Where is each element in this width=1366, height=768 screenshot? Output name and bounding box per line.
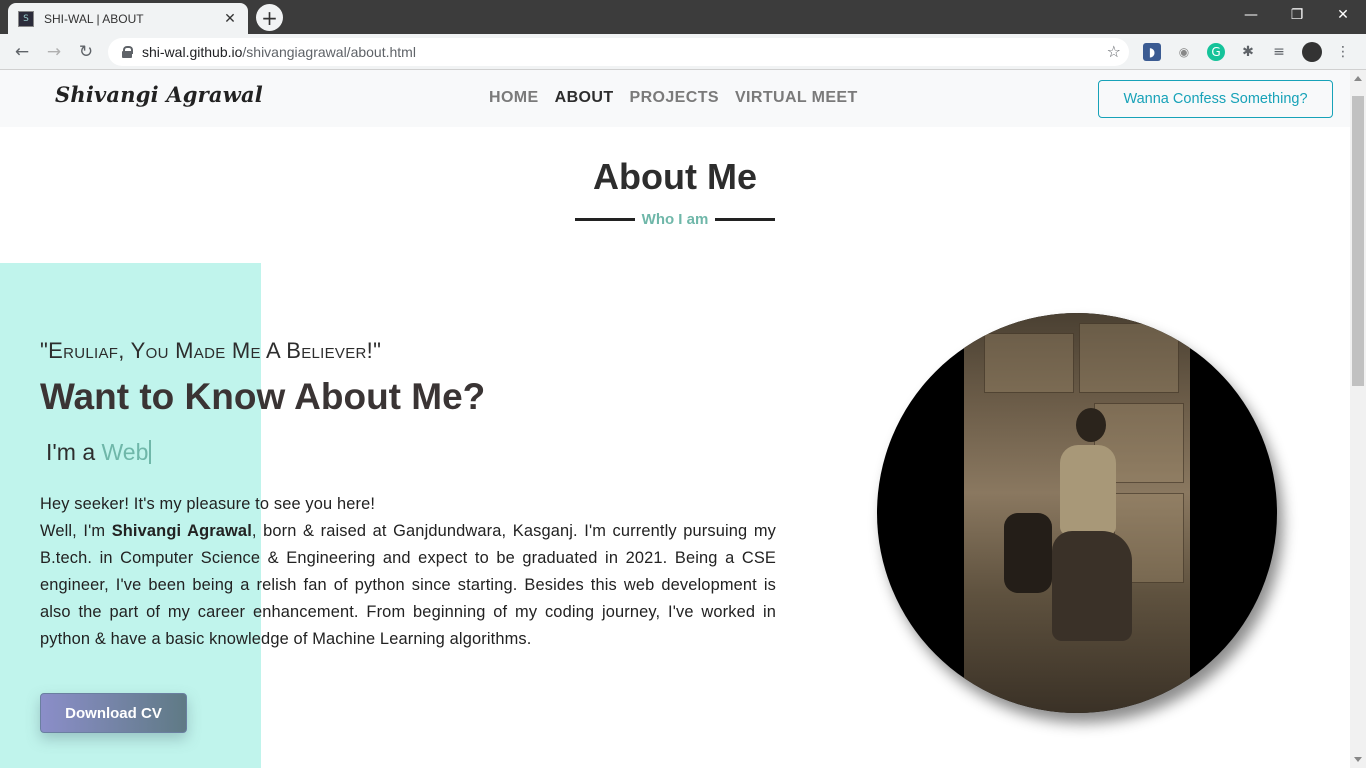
scroll-down-arrow-icon[interactable]	[1354, 757, 1362, 762]
browser-toolbar: ← → ↻ shi-wal.github.io/shivangiagrawal/…	[0, 34, 1366, 70]
quote-text: "Eruliaf, You Made Me A Believer!"	[40, 338, 382, 363]
confess-button[interactable]: Wanna Confess Something?	[1098, 80, 1333, 118]
close-window-icon[interactable]: ✕	[1320, 0, 1366, 30]
extension-circle-icon[interactable]: ◉	[1175, 43, 1193, 61]
page-title: About Me	[593, 156, 757, 197]
grammarly-icon[interactable]: G	[1207, 43, 1225, 61]
download-cv-button[interactable]: Download CV	[40, 693, 187, 733]
reload-icon[interactable]: ↻	[74, 40, 98, 64]
typing-role-line: I'm a Web	[46, 439, 152, 466]
main-menu: HOME ABOUT PROJECTS VIRTUAL MEET	[489, 89, 858, 107]
bookmark-star-icon[interactable]: ☆	[1107, 42, 1121, 61]
bio-details: , born & raised at Ganjdundwara, Kasganj…	[40, 522, 776, 648]
scrollbar-thumb[interactable]	[1352, 96, 1364, 386]
bio-paragraph: Hey seeker! It's my pleasure to see you …	[40, 491, 776, 653]
media-queue-icon[interactable]: ≡	[1270, 43, 1288, 61]
back-arrow-icon[interactable]: ←	[10, 40, 34, 64]
profile-avatar[interactable]	[1302, 42, 1322, 62]
subtitle-divider-right	[714, 217, 775, 221]
browser-tab[interactable]: S SHI-WAL | ABOUT ✕	[8, 3, 248, 34]
subtitle-text: Who I am	[641, 210, 709, 228]
bio-name: Shivangi Agrawal	[111, 522, 252, 540]
extension-icon[interactable]: ◗	[1143, 43, 1161, 61]
restore-window-icon[interactable]: ❐	[1274, 0, 1320, 30]
new-tab-button[interactable]: +	[256, 4, 283, 31]
url-text: shi-wal.github.io/shivangiagrawal/about.…	[142, 44, 416, 60]
lock-icon	[122, 46, 133, 58]
minimize-window-icon[interactable]: —	[1228, 0, 1274, 30]
nav-virtual-meet[interactable]: VIRTUAL MEET	[735, 89, 858, 107]
photo-image	[964, 313, 1190, 713]
section-subtitle: Who I am	[575, 209, 775, 229]
bio-intro: Well, I'm	[40, 522, 106, 540]
close-tab-icon[interactable]: ✕	[222, 11, 238, 27]
bio-greeting: Hey seeker! It's my pleasure to see you …	[40, 495, 376, 513]
page-scrollbar[interactable]	[1350, 70, 1366, 768]
extensions-puzzle-icon[interactable]: ✱	[1239, 43, 1257, 61]
role-prefix: I'm a	[46, 439, 96, 465]
typing-cursor	[149, 440, 152, 464]
nav-home[interactable]: HOME	[489, 89, 539, 107]
web-page: Shivangi Agrawal HOME ABOUT PROJECTS VIR…	[0, 70, 1350, 768]
browser-tab-strip: S SHI-WAL | ABOUT ✕ + — ❐ ✕	[0, 0, 1366, 34]
typed-role-word: Web	[101, 439, 149, 465]
tab-title: SHI-WAL | ABOUT	[44, 11, 144, 26]
nav-projects[interactable]: PROJECTS	[630, 89, 719, 107]
scroll-up-arrow-icon[interactable]	[1354, 76, 1362, 81]
forward-arrow-icon[interactable]: →	[42, 40, 66, 64]
nav-about[interactable]: ABOUT	[555, 89, 614, 107]
site-brand-logo[interactable]: Shivangi Agrawal	[55, 82, 263, 107]
site-favicon-icon: S	[18, 10, 34, 27]
browser-menu-icon[interactable]: ⋮	[1334, 43, 1352, 61]
about-heading: Want to Know About Me?	[40, 376, 486, 417]
site-navbar: Shivangi Agrawal HOME ABOUT PROJECTS VIR…	[0, 70, 1350, 127]
profile-photo	[877, 313, 1277, 713]
subtitle-divider-left	[575, 217, 635, 221]
address-bar[interactable]: shi-wal.github.io/shivangiagrawal/about.…	[108, 38, 1129, 66]
